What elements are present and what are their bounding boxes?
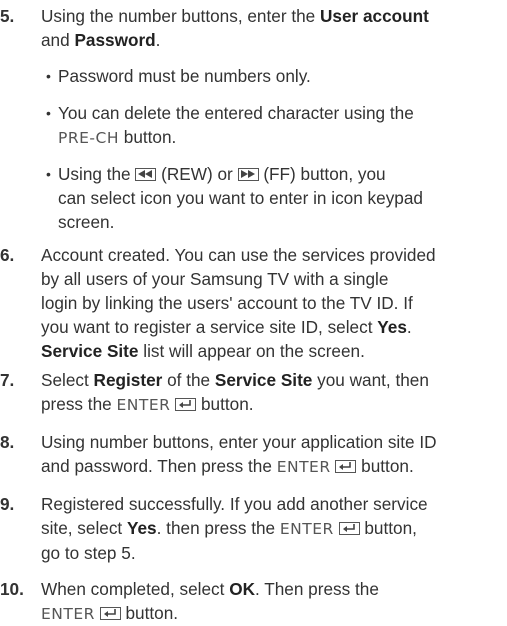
bullet-item: • Using the (REW) or (FF) button, you ca… — [46, 164, 423, 232]
step-text: Select Register of the Service Site you … — [41, 370, 429, 414]
step-10: 10. When completed, select OK. Then pres… — [0, 577, 500, 626]
enter-icon — [335, 460, 357, 473]
step-text: Using number buttons, enter your applica… — [41, 432, 437, 476]
enter-icon — [175, 398, 197, 411]
pre-ch-button-label: PRE-CH — [58, 129, 119, 147]
enter-icon — [338, 522, 360, 535]
step-6: 6. Account created. You can use the serv… — [0, 243, 500, 363]
step-text: Using the number buttons, enter the User… — [41, 6, 429, 50]
step-5: 5. Using the number buttons, enter the U… — [0, 4, 500, 52]
step-number: 5. — [0, 6, 15, 26]
step-text: When completed, select OK. Then press th… — [41, 579, 379, 623]
step-9: 9. Registered successfully. If you add a… — [0, 492, 500, 565]
enter-icon — [99, 607, 121, 620]
fast-forward-icon — [237, 168, 259, 181]
instruction-page: 5. Using the number buttons, enter the U… — [0, 0, 507, 625]
step-7: 7. Select Register of the Service Site y… — [0, 368, 500, 417]
bullet-dot: • — [46, 68, 51, 84]
step-text: Account created. You can use the service… — [41, 245, 436, 361]
bullet-item: • You can delete the entered character u… — [46, 103, 414, 147]
bullet-item: • Password must be numbers only. — [46, 66, 311, 86]
rewind-icon — [135, 168, 157, 181]
bullet-dot: • — [46, 105, 51, 121]
step-text: Registered successfully. If you add anot… — [41, 494, 428, 563]
step-8: 8. Using number buttons, enter your appl… — [0, 430, 500, 479]
bullet-dot: • — [46, 166, 51, 182]
